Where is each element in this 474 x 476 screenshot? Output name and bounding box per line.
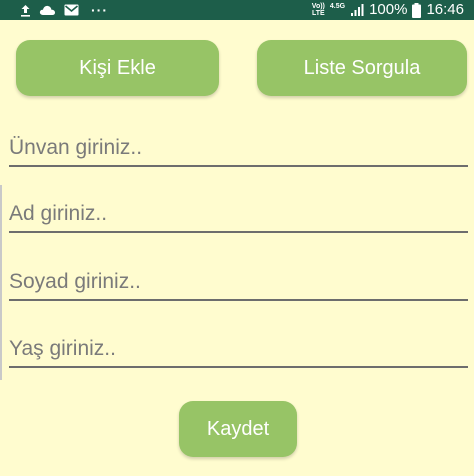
name-input[interactable] — [9, 197, 468, 233]
title-input[interactable] — [9, 131, 468, 167]
battery-percent: 100% — [369, 1, 408, 18]
name-field — [9, 197, 468, 233]
volte-icon: Vo)) LTE — [312, 3, 325, 17]
age-input[interactable] — [9, 332, 468, 368]
status-bar-right: Vo)) LTE 4.5G 100% 16:46 — [312, 0, 464, 20]
cloud-icon — [39, 5, 56, 15]
battery-icon — [412, 2, 422, 18]
status-bar: ··· Vo)) LTE 4.5G 100% 16:46 — [0, 0, 474, 20]
add-person-button[interactable]: Kişi Ekle — [16, 40, 219, 96]
title-field — [9, 131, 468, 167]
age-field — [9, 332, 468, 368]
more-dots-icon: ··· — [91, 2, 108, 18]
surname-input[interactable] — [9, 265, 468, 301]
surname-field — [9, 265, 468, 301]
network-type: 4.5G — [329, 3, 346, 10]
status-bar-left: ··· — [20, 0, 108, 20]
mail-icon — [64, 4, 79, 16]
signal-icon — [351, 3, 364, 16]
scroll-edge-indicator — [0, 185, 2, 380]
save-button[interactable]: Kaydet — [179, 401, 297, 457]
upload-icon — [21, 4, 30, 17]
clock: 16:46 — [426, 1, 464, 18]
volte-bottom-text: LTE — [311, 10, 325, 17]
query-list-button[interactable]: Liste Sorgula — [257, 40, 467, 96]
volte-top-text: Vo)) — [311, 3, 325, 10]
